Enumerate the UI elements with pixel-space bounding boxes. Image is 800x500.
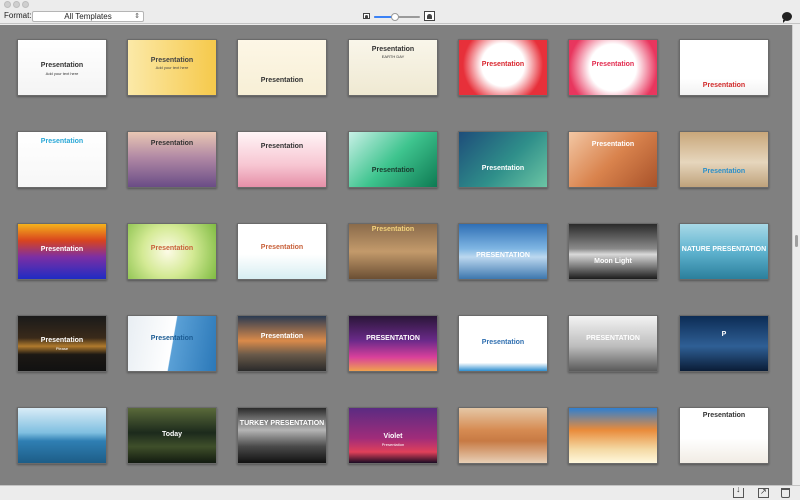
template-title: Presentation [40, 246, 84, 253]
template-title: Presentation [260, 143, 304, 150]
thumbnail-size-slider[interactable] [374, 13, 420, 21]
template-title: Presentation [40, 62, 84, 69]
template-thumbnail[interactable]: Presentation [127, 223, 217, 280]
template-title: Presentation [40, 336, 84, 344]
template-title: Presentation [150, 244, 194, 252]
close-window-button[interactable] [4, 1, 11, 8]
template-title: Presentation [481, 339, 525, 347]
template-title: Presentation [371, 167, 415, 175]
template-thumbnail[interactable]: Presentation [679, 39, 769, 96]
template-thumbnail[interactable]: Presentation [237, 39, 327, 96]
format-label: Format: [4, 11, 32, 20]
title-bar [0, 0, 800, 10]
large-thumbnail-icon[interactable] [424, 11, 435, 21]
template-subtitle: Please [55, 345, 69, 351]
template-title: PRESENTATION [476, 251, 530, 259]
template-title: Presentation [371, 45, 415, 53]
template-title: NATURE PRESENTATION [681, 246, 767, 253]
template-thumbnail[interactable]: NATURE PRESENTATION [679, 223, 769, 280]
template-subtitle: Add your text here [45, 70, 79, 76]
template-thumbnail[interactable]: Presentation [237, 223, 327, 280]
template-title: PRESENTATION [366, 334, 420, 342]
chevron-updown-icon: ⇕ [134, 13, 140, 20]
chat-bubble-icon[interactable] [782, 12, 792, 23]
template-thumbnail[interactable]: Presentation Add your text here [17, 39, 107, 96]
template-thumbnail[interactable]: Presentation Please [17, 315, 107, 372]
export-icon[interactable] [758, 487, 769, 498]
template-thumbnail[interactable]: PRESENTATION [348, 315, 438, 372]
format-select-value: All Templates [64, 12, 112, 21]
template-title: Presentation [702, 412, 746, 420]
template-thumbnail[interactable]: Presentation [458, 131, 548, 188]
template-thumbnail[interactable]: Presentation [348, 223, 438, 280]
template-title: Presentation [150, 334, 194, 342]
template-title: P [721, 331, 727, 339]
bottom-bar [0, 484, 800, 500]
template-title: PRESENTATION [586, 334, 640, 342]
template-thumbnail[interactable]: Presentation [17, 131, 107, 188]
toolbar: Format: All Templates ⇕ [0, 10, 800, 24]
template-title: Presentation [591, 60, 635, 68]
template-thumbnail[interactable]: Presentation [568, 131, 658, 188]
template-subtitle: Presentation [381, 441, 405, 447]
template-thumbnail[interactable]: Moon Light [568, 223, 658, 280]
template-thumbnail[interactable] [17, 407, 107, 464]
template-thumbnail[interactable]: Presentation [237, 315, 327, 372]
template-thumbnail[interactable]: Presentation [127, 315, 217, 372]
template-thumbnail[interactable]: Today [127, 407, 217, 464]
template-title: TURKEY PRESENTATION [239, 420, 325, 428]
template-title: Presentation [260, 243, 304, 251]
template-thumbnail[interactable]: Presentation [458, 315, 548, 372]
template-thumbnail[interactable]: Presentation [127, 131, 217, 188]
template-title: Violet [383, 432, 403, 440]
template-thumbnail[interactable]: PRESENTATION [568, 315, 658, 372]
template-thumbnail[interactable]: PRESENTATION [458, 223, 548, 280]
template-subtitle: Add your text here [155, 65, 189, 71]
template-title: Presentation [702, 81, 746, 89]
template-thumbnail[interactable]: Presentation [679, 407, 769, 464]
template-thumbnail[interactable]: Presentation [17, 223, 107, 280]
template-thumbnail[interactable]: P [679, 315, 769, 372]
minimize-window-button[interactable] [13, 1, 20, 8]
template-title: Presentation [702, 168, 746, 176]
template-thumbnail[interactable]: Presentation [458, 39, 548, 96]
template-thumbnail[interactable]: Presentation EARTH DAY [348, 39, 438, 96]
template-thumbnail[interactable]: Presentation Add your text here [127, 39, 217, 96]
template-title: Presentation [481, 60, 525, 68]
template-thumbnail[interactable]: Presentation [568, 39, 658, 96]
template-thumbnail[interactable]: Violet Presentation [348, 407, 438, 464]
vertical-scrollbar[interactable] [792, 25, 800, 485]
template-subtitle: EARTH DAY [381, 54, 405, 60]
scroll-thumb[interactable] [795, 235, 798, 247]
template-title: Today [161, 431, 183, 439]
trash-icon[interactable] [781, 488, 790, 498]
template-thumbnail[interactable]: Presentation [237, 131, 327, 188]
format-select[interactable]: All Templates ⇕ [32, 11, 144, 22]
slider-knob[interactable] [390, 13, 399, 21]
template-title: Presentation [150, 139, 194, 147]
template-title: Presentation [150, 56, 194, 64]
template-title: Presentation [481, 165, 525, 172]
template-title: Presentation [40, 137, 84, 145]
download-icon[interactable] [733, 484, 744, 498]
template-thumbnail[interactable]: Presentation [348, 131, 438, 188]
template-thumbnail[interactable] [458, 407, 548, 464]
template-title: Presentation [260, 332, 304, 340]
template-thumbnail[interactable]: Presentation [679, 131, 769, 188]
zoom-window-button[interactable] [22, 1, 29, 8]
template-thumbnail[interactable] [568, 407, 658, 464]
template-title: Presentation [591, 140, 635, 148]
template-gallery[interactable]: Presentation Add your text here Presentati… [0, 25, 792, 485]
template-title: Presentation [260, 77, 304, 85]
template-title: Moon Light [594, 258, 632, 266]
template-title: Presentation [371, 226, 415, 234]
small-thumbnail-icon[interactable] [363, 13, 370, 19]
template-thumbnail[interactable]: TURKEY PRESENTATION [237, 407, 327, 464]
